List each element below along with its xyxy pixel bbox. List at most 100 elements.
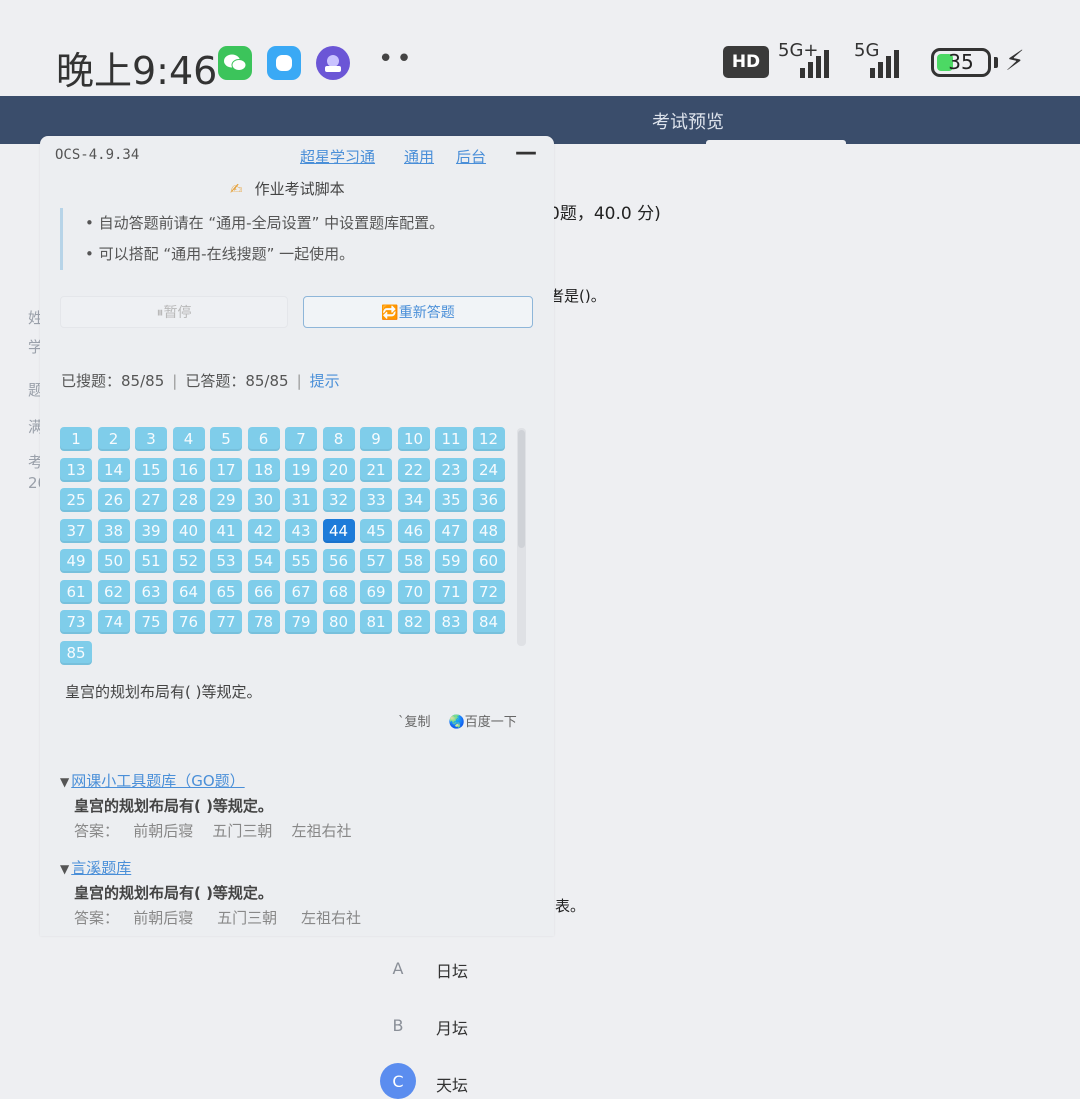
question-number-button[interactable]: 42	[247, 518, 280, 543]
question-number-button[interactable]: 9	[360, 427, 392, 451]
pause-button[interactable]: ⏸暂停	[60, 296, 288, 328]
question-number-button[interactable]: 68	[322, 579, 355, 604]
question-number-button[interactable]: 6	[247, 427, 280, 451]
question-number-button[interactable]: 5	[210, 427, 242, 451]
baidu-search-button[interactable]: 🌏百度一下	[449, 715, 517, 730]
question-number-button[interactable]: 50	[97, 549, 130, 573]
question-number-button[interactable]: 83	[435, 610, 467, 634]
question-number-button[interactable]: 67	[285, 579, 317, 604]
question-number-button[interactable]: 10	[397, 427, 430, 451]
question-number-button[interactable]: 73	[60, 610, 92, 634]
question-number-button[interactable]: 63	[135, 579, 167, 604]
question-number-button[interactable]: 59	[435, 549, 467, 573]
question-number-button[interactable]: 40	[172, 518, 205, 543]
question-number-button[interactable]: 76	[172, 610, 205, 634]
question-number-button[interactable]: 58	[397, 549, 430, 573]
question-number-button[interactable]: 44	[322, 518, 355, 543]
question-number-button[interactable]: 19	[285, 457, 317, 482]
option-b-marker[interactable]: B	[380, 1007, 416, 1043]
question-number-button[interactable]: 71	[435, 579, 467, 604]
question-number-button[interactable]: 52	[172, 549, 205, 573]
question-number-button[interactable]: 51	[135, 549, 167, 573]
link-general[interactable]: 通用	[404, 146, 434, 167]
question-number-button[interactable]: 48	[472, 518, 505, 543]
question-number-button[interactable]: 4	[172, 427, 205, 451]
scrollbar-thumb[interactable]	[518, 430, 525, 548]
question-number-button[interactable]: 77	[210, 610, 242, 634]
question-number-button[interactable]: 84	[472, 610, 505, 634]
question-number-button[interactable]: 27	[135, 488, 167, 512]
question-number-button[interactable]: 15	[135, 457, 167, 482]
question-number-button[interactable]: 70	[397, 579, 430, 604]
minimize-button[interactable]: —	[515, 140, 537, 165]
question-number-button[interactable]: 16	[172, 457, 205, 482]
option-c-text[interactable]: 天坛	[436, 1072, 468, 1096]
question-number-button[interactable]: 85	[60, 640, 92, 665]
question-number-button[interactable]: 53	[210, 549, 242, 573]
question-number-button[interactable]: 79	[285, 610, 317, 634]
question-number-button[interactable]: 57	[360, 549, 392, 573]
question-number-button[interactable]: 38	[97, 518, 130, 543]
question-number-button[interactable]: 33	[360, 488, 392, 512]
question-number-button[interactable]: 72	[472, 579, 505, 604]
question-number-button[interactable]: 60	[472, 549, 505, 573]
question-number-button[interactable]: 41	[210, 518, 242, 543]
question-number-button[interactable]: 23	[435, 457, 467, 482]
question-number-button[interactable]: 35	[435, 488, 467, 512]
question-number-button[interactable]: 14	[97, 457, 130, 482]
question-number-button[interactable]: 2	[97, 427, 130, 451]
link-backend[interactable]: 后台	[456, 146, 486, 167]
question-number-button[interactable]: 31	[285, 488, 317, 512]
grid-scrollbar[interactable]	[517, 428, 526, 646]
copy-button[interactable]: `复制	[398, 715, 431, 730]
question-number-button[interactable]: 65	[210, 579, 242, 604]
question-number-button[interactable]: 61	[60, 579, 92, 604]
question-number-button[interactable]: 36	[472, 488, 505, 512]
question-number-button[interactable]: 56	[322, 549, 355, 573]
question-number-button[interactable]: 39	[135, 518, 167, 543]
question-number-button[interactable]: 12	[472, 427, 505, 451]
question-number-button[interactable]: 29	[210, 488, 242, 512]
question-number-button[interactable]: 64	[172, 579, 205, 604]
question-number-button[interactable]: 22	[397, 457, 430, 482]
question-number-button[interactable]: 81	[360, 610, 392, 634]
bank-name-link[interactable]: 网课小工具题库（GO题）	[71, 772, 244, 790]
question-number-button[interactable]: 32	[322, 488, 355, 512]
question-number-button[interactable]: 11	[435, 427, 467, 451]
question-number-button[interactable]: 43	[285, 518, 317, 543]
question-number-button[interactable]: 66	[247, 579, 280, 604]
question-number-button[interactable]: 82	[397, 610, 430, 634]
link-chaoxing[interactable]: 超星学习通	[300, 146, 375, 167]
question-number-button[interactable]: 80	[322, 610, 355, 634]
question-number-button[interactable]: 1	[60, 427, 92, 451]
question-number-button[interactable]: 74	[97, 610, 130, 634]
question-number-button[interactable]: 18	[247, 457, 280, 482]
question-number-button[interactable]: 24	[472, 457, 505, 482]
question-number-button[interactable]: 47	[435, 518, 467, 543]
question-number-button[interactable]: 8	[322, 427, 355, 451]
question-number-button[interactable]: 69	[360, 579, 392, 604]
question-number-button[interactable]: 34	[397, 488, 430, 512]
question-number-button[interactable]: 78	[247, 610, 280, 634]
question-number-button[interactable]: 54	[247, 549, 280, 573]
restart-answering-button[interactable]: 🔁重新答题	[303, 296, 533, 328]
question-number-button[interactable]: 17	[210, 457, 242, 482]
question-number-button[interactable]: 3	[135, 427, 167, 451]
expand-triangle-icon[interactable]: ▼	[60, 862, 69, 876]
option-a-marker[interactable]: A	[380, 950, 416, 986]
question-number-button[interactable]: 28	[172, 488, 205, 512]
option-b-text[interactable]: 月坛	[436, 1015, 468, 1039]
question-number-button[interactable]: 37	[60, 518, 92, 543]
question-number-button[interactable]: 7	[285, 427, 317, 451]
question-number-button[interactable]: 55	[285, 549, 317, 573]
question-number-button[interactable]: 49	[60, 549, 92, 573]
question-number-button[interactable]: 62	[97, 579, 130, 604]
question-number-button[interactable]: 46	[397, 518, 430, 543]
option-a-text[interactable]: 日坛	[436, 958, 468, 982]
question-number-button[interactable]: 25	[60, 488, 92, 512]
option-c-marker[interactable]: C	[380, 1063, 416, 1099]
hint-link[interactable]: 提示	[310, 372, 340, 390]
question-number-button[interactable]: 21	[360, 457, 392, 482]
question-number-button[interactable]: 30	[247, 488, 280, 512]
question-number-button[interactable]: 75	[135, 610, 167, 634]
